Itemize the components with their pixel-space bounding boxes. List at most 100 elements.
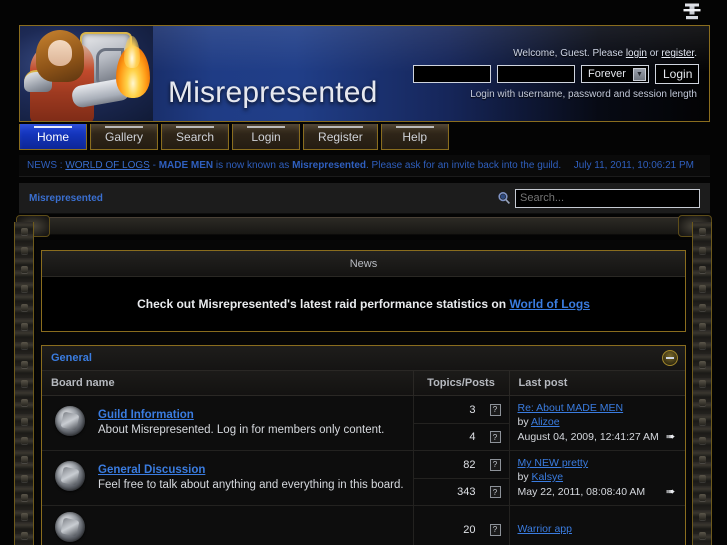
last-post-author-link[interactable]: Alizoe <box>531 416 560 428</box>
login-block: Welcome, Guest. Please login or register… <box>413 48 699 100</box>
frame-rivet <box>699 513 706 520</box>
page-root: Misrepresented of Dath´Remar Welcome, Gu… <box>0 0 727 545</box>
search-icon[interactable] <box>497 191 511 205</box>
news-panel-header: News <box>42 251 685 277</box>
news-ticker-bold1: MADE MEN <box>158 160 214 171</box>
tab-home[interactable]: Home <box>19 124 87 150</box>
board-link[interactable]: General Discussion <box>98 464 409 476</box>
frame-rivet <box>699 380 706 387</box>
news-ticker-mid: is now known as <box>213 160 293 171</box>
frame-rivet <box>699 247 706 254</box>
login-link[interactable]: login <box>626 48 647 59</box>
news-ticker: NEWS : WORLD OF LOGS - MADE MEN is now k… <box>19 155 710 177</box>
news-ticker-text: NEWS : WORLD OF LOGS - MADE MEN is now k… <box>27 160 574 171</box>
tab-login-label: Login <box>251 129 281 144</box>
col-topics-posts: Topics/Posts <box>412 371 509 396</box>
news-ticker-tail: . Please ask for an invite back into the… <box>366 160 562 171</box>
welcome-line: Welcome, Guest. Please login or register… <box>413 48 699 59</box>
register-link[interactable]: register <box>661 48 694 59</box>
category-title[interactable]: General <box>51 352 92 364</box>
topics-marker-icon: ? <box>489 403 501 416</box>
last-post-link[interactable]: Warrior app <box>518 523 678 535</box>
search-input[interactable] <box>515 188 700 208</box>
news-ticker-sep: - <box>149 160 159 171</box>
session-length-select[interactable]: Forever ▼ <box>581 65 649 83</box>
table-row: 20 ? Warrior app <box>42 505 685 545</box>
frame-rivet <box>21 323 28 330</box>
posts-count: 4 <box>469 431 476 443</box>
board-link[interactable]: Guild Information <box>98 409 409 421</box>
tab-gallery-label: Gallery <box>105 129 144 144</box>
last-post-by-label: by <box>517 471 532 483</box>
login-button[interactable]: Login <box>655 64 699 84</box>
frame-rivet <box>21 266 28 273</box>
last-post-link[interactable]: My NEW pretty <box>518 457 678 469</box>
frame-rivet <box>21 342 28 349</box>
frame-rivet <box>699 399 706 406</box>
topics-count-row: 3 ? <box>414 396 509 423</box>
world-of-logs-link[interactable]: World of Logs <box>509 297 589 311</box>
chevron-down-icon[interactable]: ▼ <box>633 68 646 81</box>
jump-to-post-icon[interactable]: ➠ <box>666 486 680 499</box>
login-hint: Login with username, password and sessio… <box>470 89 697 100</box>
tab-help[interactable]: Help <box>380 124 449 150</box>
anvil-icon <box>683 3 701 20</box>
tab-search-label: Search <box>176 129 215 144</box>
session-length-value: Forever <box>588 68 626 80</box>
posts-count: 343 <box>457 486 476 498</box>
content-area: News Check out Misrepresented's latest r… <box>36 240 691 545</box>
col-board-name: Board name <box>42 371 413 396</box>
last-post-author-row: by Alizoe <box>518 416 678 428</box>
last-post-date: May 22, 2011, 08:08:40 AM <box>517 486 646 498</box>
topics-posts-cell: 82 ? 343 ? <box>412 450 509 506</box>
tab-search[interactable]: Search <box>161 124 230 150</box>
board-medallion-icon[interactable] <box>55 460 85 491</box>
tab-register[interactable]: Register <box>303 124 378 150</box>
board-medallion-icon[interactable] <box>55 405 85 436</box>
frame-rivet <box>699 475 706 482</box>
welcome-or: or <box>646 48 662 59</box>
table-row: Guild Information About Misrepresented. … <box>42 395 685 451</box>
frame-rivet <box>699 456 706 463</box>
board-description: About Misrepresented. Log in for members… <box>98 424 385 436</box>
frame-rivet <box>21 418 28 425</box>
last-post-cell: Warrior app <box>508 505 685 545</box>
frame-rivet <box>21 513 28 520</box>
jump-to-post-icon[interactable]: ➠ <box>666 431 680 444</box>
last-post-link[interactable]: Re: About MADE MEN <box>518 402 678 414</box>
news-ticker-datetime: July 11, 2011, 10:06:21 PM <box>573 160 694 171</box>
board-name-cell: General Discussion Feel free to talk abo… <box>98 450 413 506</box>
breadcrumb[interactable]: Misrepresented <box>29 193 497 204</box>
posts-count-row: 343 ? <box>413 478 509 505</box>
frame-rivet <box>699 532 706 539</box>
frame-rivet <box>21 304 28 311</box>
frame-rivet <box>21 228 28 235</box>
username-input[interactable] <box>413 65 491 83</box>
frame-rivet <box>699 437 706 444</box>
news-ticker-label: NEWS : <box>27 160 63 171</box>
posts-count-row: 4 ? <box>413 423 509 450</box>
topics-marker-icon: ? <box>489 458 501 471</box>
frame-rivet <box>21 494 28 501</box>
welcome-suffix: . <box>694 48 697 59</box>
frame-rivet <box>699 266 706 273</box>
frame-rivet <box>21 532 28 539</box>
last-post-cell: Re: About MADE MEN by Alizoe August 04, … <box>508 395 685 451</box>
news-ticker-bold2: Misrepresented <box>292 160 366 171</box>
last-post-author-link[interactable]: Kalsye <box>532 471 564 483</box>
password-input[interactable] <box>497 65 575 83</box>
topics-count: 82 <box>463 458 476 471</box>
frame-rivet <box>699 323 706 330</box>
frame-rivet <box>21 475 28 482</box>
frame-right-rail <box>692 222 712 545</box>
news-ticker-link[interactable]: WORLD OF LOGS <box>65 160 149 171</box>
tab-home-label: Home <box>36 129 69 144</box>
board-medallion-icon[interactable] <box>55 512 85 542</box>
collapse-icon[interactable] <box>662 350 678 366</box>
tab-gallery[interactable]: Gallery <box>90 124 159 150</box>
last-post-author-row: by Kalsye <box>518 471 678 483</box>
tab-login[interactable]: Login <box>232 124 301 150</box>
board-description: Feel free to talk about anything and eve… <box>98 479 404 491</box>
tab-help-label: Help <box>402 129 428 144</box>
frame-rivet <box>21 380 28 387</box>
